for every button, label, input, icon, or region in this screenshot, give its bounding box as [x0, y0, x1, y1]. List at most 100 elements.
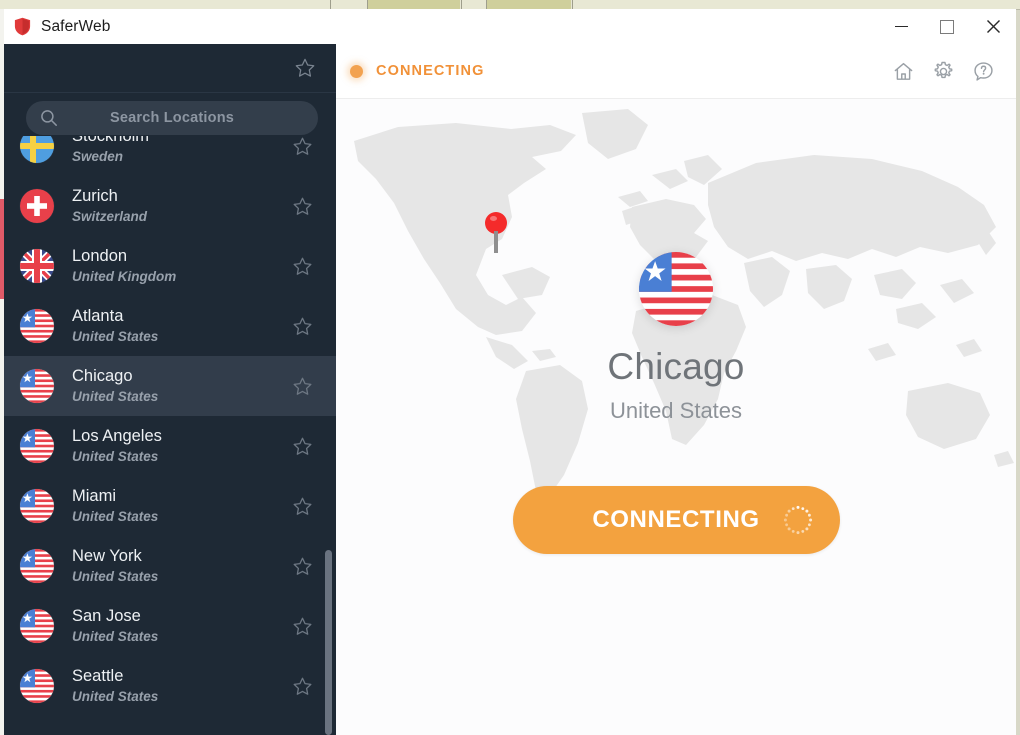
locations-scrollbar[interactable] [325, 550, 332, 735]
connect-button[interactable]: CONNECTING [512, 486, 840, 554]
window-controls [878, 9, 1016, 44]
location-flag [20, 189, 54, 223]
location-country: United Kingdom [72, 269, 177, 284]
search-input[interactable] [26, 100, 318, 136]
favorite-star-button[interactable] [290, 674, 314, 698]
world-map: Chicago United States CONNECTING [336, 99, 1016, 735]
sweden-flag-icon [20, 136, 54, 163]
location-row[interactable]: New York United States [4, 536, 336, 596]
location-flag [20, 309, 54, 343]
sidebar-header [4, 44, 336, 93]
location-city: San Jose [72, 607, 141, 625]
help-button[interactable] [966, 54, 1000, 88]
star-icon [293, 677, 311, 695]
location-country: United States [72, 389, 159, 404]
location-city: Seattle [72, 667, 124, 685]
location-row[interactable]: Miami United States [4, 476, 336, 536]
locations-sidebar: Stockholm Sweden Zurich Switzerland [4, 44, 336, 735]
location-text: Atlanta United States [72, 306, 158, 346]
help-icon [973, 61, 993, 81]
location-row[interactable]: San Jose United States [4, 596, 336, 656]
maximize-button[interactable] [924, 9, 970, 44]
location-city: Zurich [72, 187, 118, 205]
selected-city-name: Chicago [607, 346, 745, 387]
location-row[interactable]: Atlanta United States [4, 296, 336, 356]
star-icon [293, 617, 311, 635]
location-text: Zurich Switzerland [72, 186, 147, 226]
close-button[interactable] [970, 9, 1016, 44]
favorite-star-button[interactable] [290, 136, 314, 158]
favorite-star-button[interactable] [290, 374, 314, 398]
home-icon [894, 62, 912, 80]
us-flag-icon [20, 369, 54, 403]
saferweb-app-window: SaferWeb Search Locations Stockholm Swed… [4, 9, 1016, 735]
location-row[interactable]: Los Angeles United States [4, 416, 336, 476]
us-flag-icon [20, 429, 54, 463]
location-row[interactable]: Zurich Switzerland [4, 176, 336, 236]
star-icon [295, 58, 315, 77]
main-header: CONNECTING [336, 44, 1016, 99]
favorite-star-button[interactable] [290, 434, 314, 458]
status-dot-icon [350, 64, 363, 78]
location-country: United States [72, 689, 159, 704]
shield-icon [14, 17, 31, 36]
location-country: Sweden [72, 149, 124, 164]
location-row[interactable]: Seattle United States [4, 656, 336, 716]
location-flag [20, 489, 54, 523]
star-icon [293, 197, 311, 215]
location-city: New York [72, 547, 142, 565]
location-text: San Jose United States [72, 606, 158, 646]
location-text: Stockholm Sweden [72, 136, 149, 166]
favorite-star-button[interactable] [290, 554, 314, 578]
favorite-star-button[interactable] [290, 494, 314, 518]
favorite-star-button[interactable] [290, 314, 314, 338]
location-row[interactable]: Chicago United States [4, 356, 336, 416]
star-icon [293, 377, 311, 395]
us-flag-icon [20, 549, 54, 583]
location-city: Atlanta [72, 307, 124, 325]
favorite-star-button[interactable] [290, 614, 314, 638]
location-row[interactable]: London United Kingdom [4, 236, 336, 296]
favorite-star-button[interactable] [290, 254, 314, 278]
star-icon [293, 557, 311, 575]
location-city: Los Angeles [72, 427, 162, 445]
us-flag-icon [639, 252, 713, 326]
locations-list[interactable]: Stockholm Sweden Zurich Switzerland Lond… [4, 136, 336, 735]
star-icon [293, 257, 311, 275]
location-flag [20, 136, 54, 163]
app-brand: SaferWeb [4, 17, 110, 36]
location-country: United States [72, 509, 159, 524]
favorites-filter-button[interactable] [292, 55, 318, 81]
close-icon [986, 20, 1000, 33]
connect-button-label: CONNECTING [592, 506, 760, 533]
app-title: SaferWeb [41, 17, 111, 35]
settings-button[interactable] [926, 54, 960, 88]
star-icon [293, 437, 311, 455]
header-icon-group [880, 54, 1016, 88]
location-flag [20, 609, 54, 643]
location-city: Miami [72, 487, 116, 505]
switzerland-flag-icon [20, 189, 54, 223]
favorite-star-button[interactable] [290, 194, 314, 218]
us-flag-icon [20, 309, 54, 343]
location-flag [20, 669, 54, 703]
united-kingdom-flag-icon [20, 249, 54, 283]
title-bar: SaferWeb [4, 9, 1016, 44]
location-flag [20, 249, 54, 283]
star-icon [293, 497, 311, 515]
star-icon [293, 317, 311, 335]
minimize-button[interactable] [878, 9, 924, 44]
us-flag-icon [20, 609, 54, 643]
location-country: Switzerland [72, 209, 148, 224]
location-text: New York United States [72, 546, 158, 586]
search-box[interactable] [26, 100, 318, 136]
home-button[interactable] [886, 54, 920, 88]
selected-country-name: United States [609, 398, 743, 423]
star-icon [293, 137, 311, 155]
selected-location-flag [639, 252, 713, 326]
location-flag [20, 369, 54, 403]
location-text: Los Angeles United States [72, 426, 162, 466]
main-panel: CONNECTING Chicago United States CONNECT… [336, 44, 1016, 735]
location-country: United States [72, 329, 159, 344]
location-row[interactable]: Stockholm Sweden [4, 136, 336, 176]
